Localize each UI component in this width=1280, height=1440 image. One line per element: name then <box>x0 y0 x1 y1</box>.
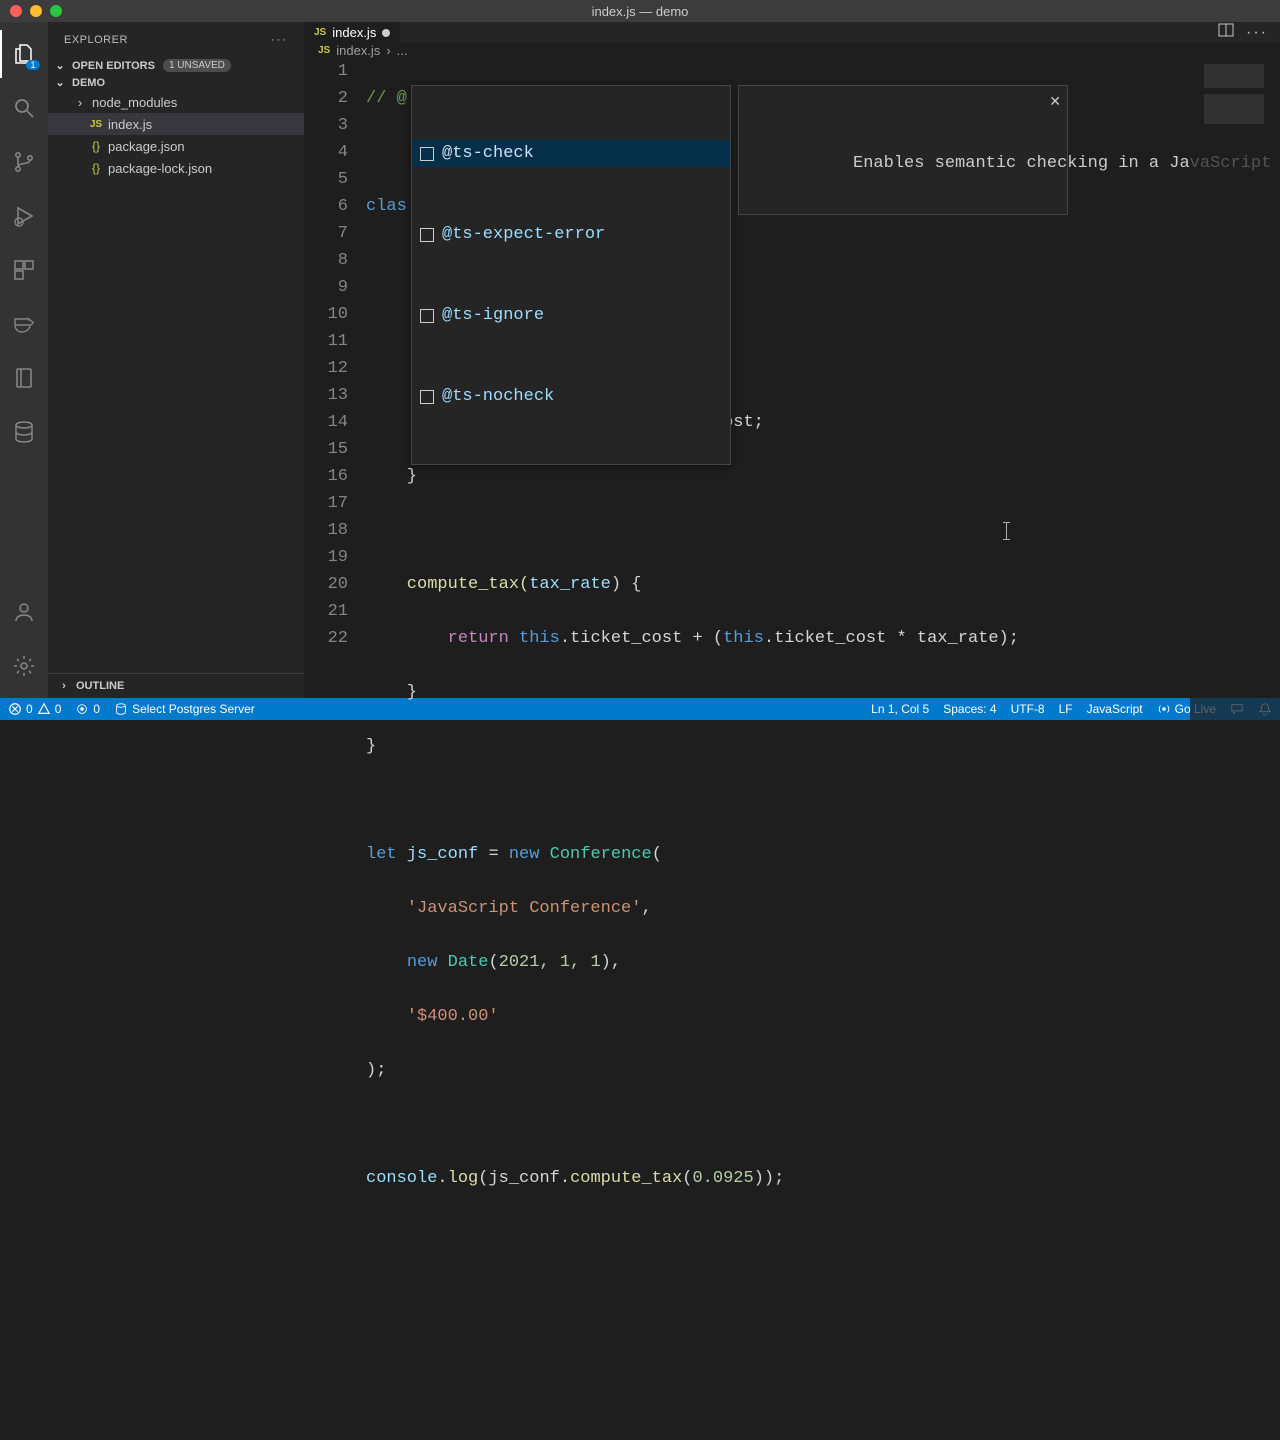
explorer-title: EXPLORER <box>64 34 128 46</box>
activity-search[interactable] <box>0 84 48 132</box>
extensions-icon <box>12 258 36 282</box>
tree-file-package-json[interactable]: {} package.json <box>48 135 304 157</box>
editor-tabs: JS index.js ··· <box>304 22 1280 43</box>
breadcrumb-more: ... <box>397 43 408 58</box>
tab-label: index.js <box>332 25 376 40</box>
code-editor[interactable]: 12345678910111213141516171819202122 // @… <box>304 58 1280 1440</box>
unsaved-badge: 1 UNSAVED <box>163 59 231 72</box>
snippet-icon <box>420 147 434 161</box>
tree-file-package-lock[interactable]: {} package-lock.json <box>48 157 304 179</box>
chevron-down-icon: ⌄ <box>52 59 68 72</box>
open-editors-section[interactable]: ⌄ OPEN EDITORS 1 UNSAVED <box>48 57 304 74</box>
file-tree: › node_modules JS index.js {} package.js… <box>48 91 304 673</box>
js-file-icon: JS <box>318 45 330 56</box>
suggest-item-ts-nocheck[interactable]: @ts-nocheck <box>412 383 730 410</box>
suggest-widget[interactable]: @ts-check @ts-expect-error @ts-ignore @t… <box>411 85 731 465</box>
status-problems[interactable]: 0 0 <box>8 702 61 716</box>
snippet-icon <box>420 228 434 242</box>
folder-section[interactable]: ⌄ DEMO <box>48 74 304 91</box>
file-label: package-lock.json <box>108 161 212 176</box>
dirty-indicator-icon <box>382 29 390 37</box>
outline-label: OUTLINE <box>76 680 124 692</box>
radio-icon <box>75 702 89 716</box>
suggest-item-ts-check[interactable]: @ts-check <box>412 140 730 167</box>
branch-icon <box>12 150 36 174</box>
close-window-button[interactable] <box>10 5 22 17</box>
chevron-right-icon: › <box>56 680 72 692</box>
more-actions-icon[interactable]: ··· <box>1246 24 1268 42</box>
chevron-right-icon: › <box>72 95 88 110</box>
tree-folder-node-modules[interactable]: › node_modules <box>48 91 304 113</box>
line-number-gutter: 12345678910111213141516171819202122 <box>304 58 366 1440</box>
explorer-sidebar: EXPLORER ··· ⌄ OPEN EDITORS 1 UNSAVED ⌄ … <box>48 22 304 698</box>
folder-name: DEMO <box>72 77 105 89</box>
tree-file-index-js[interactable]: JS index.js <box>48 113 304 135</box>
code-content[interactable]: // @ clas this.date = date; this.ticket_… <box>366 58 1280 1440</box>
snippet-icon <box>420 390 434 404</box>
activity-docker[interactable] <box>0 300 48 348</box>
gear-icon <box>12 654 36 678</box>
activity-account[interactable] <box>0 588 48 636</box>
open-editors-label: OPEN EDITORS <box>72 60 155 72</box>
file-label: index.js <box>108 117 152 132</box>
window-title: index.js — demo <box>592 4 689 19</box>
json-file-icon: {} <box>88 139 104 153</box>
minimize-window-button[interactable] <box>30 5 42 17</box>
maximize-window-button[interactable] <box>50 5 62 17</box>
activity-debug[interactable] <box>0 192 48 240</box>
minimap-preview <box>1204 64 1264 124</box>
chevron-right-icon: › <box>386 43 390 58</box>
suggest-doc: ✕ Enables semantic checking in a JavaScr… <box>738 85 1068 215</box>
account-icon <box>12 600 36 624</box>
warning-icon <box>37 702 51 716</box>
book-icon <box>12 366 36 390</box>
docker-icon <box>12 312 36 336</box>
breadcrumbs[interactable]: JS index.js › ... <box>304 43 1280 58</box>
activity-database[interactable] <box>0 408 48 456</box>
suggest-item-ts-ignore[interactable]: @ts-ignore <box>412 302 730 329</box>
suggest-item-ts-expect-error[interactable]: @ts-expect-error <box>412 221 730 248</box>
activity-extensions[interactable] <box>0 246 48 294</box>
folder-label: node_modules <box>92 95 177 110</box>
chevron-down-icon: ⌄ <box>52 76 68 89</box>
explorer-badge: 1 <box>26 60 40 70</box>
debug-icon <box>12 204 36 228</box>
breadcrumb-file: index.js <box>336 43 380 58</box>
activity-bar: 1 <box>0 22 48 698</box>
database-icon <box>12 420 36 444</box>
window-controls <box>0 5 62 17</box>
status-postgres[interactable]: Select Postgres Server <box>114 702 255 716</box>
tab-index-js[interactable]: JS index.js <box>304 22 401 43</box>
activity-settings[interactable] <box>0 642 48 690</box>
explorer-more-icon[interactable]: ··· <box>271 34 288 46</box>
error-icon <box>8 702 22 716</box>
json-file-icon: {} <box>88 161 104 175</box>
snippet-icon <box>420 309 434 323</box>
split-editor-icon[interactable] <box>1218 22 1234 43</box>
close-icon[interactable]: ✕ <box>1049 90 1061 117</box>
search-icon <box>12 96 36 120</box>
minimap[interactable] <box>1190 58 1280 1440</box>
text-cursor-icon <box>1006 522 1007 540</box>
activity-explorer[interactable]: 1 <box>0 30 48 78</box>
database-icon <box>114 702 128 716</box>
editor-group: JS index.js ··· JS index.js › ... 123456… <box>304 22 1280 698</box>
file-label: package.json <box>108 139 185 154</box>
status-ports[interactable]: 0 <box>75 702 100 716</box>
js-file-icon: JS <box>314 27 326 38</box>
title-bar: index.js — demo <box>0 0 1280 22</box>
activity-source-control[interactable] <box>0 138 48 186</box>
js-file-icon: JS <box>88 119 104 130</box>
activity-remote[interactable] <box>0 354 48 402</box>
outline-section[interactable]: › OUTLINE <box>52 678 300 694</box>
